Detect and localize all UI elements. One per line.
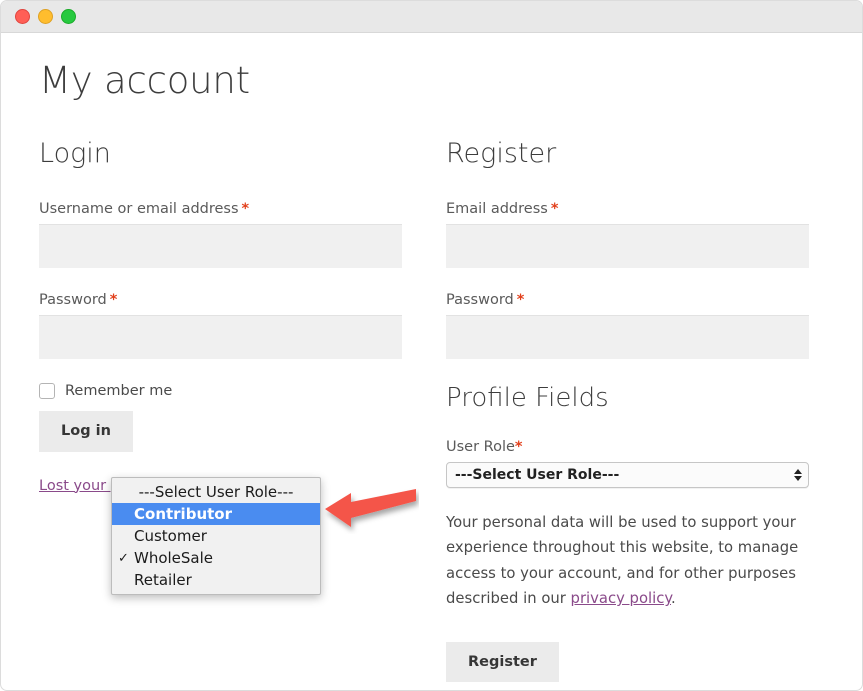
user-role-label: User Role* (446, 439, 809, 455)
user-role-select[interactable]: ---Select User Role--- (446, 462, 809, 488)
required-asterisk: * (242, 201, 250, 217)
privacy-notice: Your personal data will be used to suppo… (446, 510, 809, 612)
remember-me-checkbox[interactable] (39, 383, 55, 399)
register-password-input[interactable] (446, 315, 809, 359)
profile-fields-heading: Profile Fields (446, 383, 809, 413)
remember-me-label: Remember me (65, 383, 172, 399)
register-button[interactable]: Register (446, 642, 559, 683)
chevron-up-icon (794, 469, 802, 474)
dropdown-option-wholesale[interactable]: ✓ WholeSale (112, 547, 320, 569)
dropdown-option-contributor[interactable]: Contributor (112, 503, 320, 525)
required-asterisk: * (110, 292, 118, 308)
username-label-text: Username or email address (39, 201, 239, 217)
dropdown-option-label: ---Select User Role--- (139, 483, 294, 501)
dropdown-option-label: Contributor (134, 505, 314, 523)
dropdown-option-customer[interactable]: Customer (112, 525, 320, 547)
login-password-label-text: Password (39, 292, 107, 308)
close-window-button[interactable] (15, 9, 30, 24)
page-title: My account (39, 59, 824, 102)
email-input[interactable] (446, 224, 809, 268)
privacy-notice-text-after: . (671, 590, 676, 607)
privacy-policy-link[interactable]: privacy policy (571, 590, 671, 607)
stepper-arrows-icon (794, 469, 802, 481)
user-role-label-text: User Role (446, 439, 515, 455)
register-column: Register Email address* Password* Profil… (446, 138, 809, 682)
email-label-text: Email address (446, 201, 548, 217)
login-heading: Login (39, 138, 402, 169)
register-password-label: Password* (446, 292, 809, 308)
login-password-input[interactable] (39, 315, 402, 359)
required-asterisk: * (515, 439, 523, 455)
required-asterisk: * (551, 201, 559, 217)
register-heading: Register (446, 138, 809, 169)
login-button[interactable]: Log in (39, 411, 133, 452)
dropdown-option-select-user-role[interactable]: ---Select User Role--- (112, 481, 320, 503)
register-password-label-text: Password (446, 292, 514, 308)
user-role-dropdown-menu[interactable]: ---Select User Role--- Contributor Custo… (111, 477, 321, 595)
window-titlebar (1, 1, 862, 33)
dropdown-option-retailer[interactable]: Retailer (112, 569, 320, 591)
dropdown-option-label: Retailer (134, 571, 314, 589)
minimize-window-button[interactable] (38, 9, 53, 24)
page-content: My account Login Username or email addre… (1, 33, 862, 691)
chevron-down-icon (794, 476, 802, 481)
login-password-label: Password* (39, 292, 402, 308)
maximize-window-button[interactable] (61, 9, 76, 24)
email-label: Email address* (446, 201, 809, 217)
browser-window: My account Login Username or email addre… (0, 0, 863, 691)
dropdown-option-label: WholeSale (134, 549, 314, 567)
account-columns: Login Username or email address* Passwor… (39, 138, 824, 682)
login-column: Login Username or email address* Passwor… (39, 138, 402, 682)
dropdown-option-label: Customer (134, 527, 314, 545)
checkmark-icon: ✓ (118, 551, 134, 566)
user-role-selected-value: ---Select User Role--- (455, 467, 619, 483)
username-label: Username or email address* (39, 201, 402, 217)
remember-me-row[interactable]: Remember me (39, 383, 402, 399)
username-input[interactable] (39, 224, 402, 268)
required-asterisk: * (517, 292, 525, 308)
